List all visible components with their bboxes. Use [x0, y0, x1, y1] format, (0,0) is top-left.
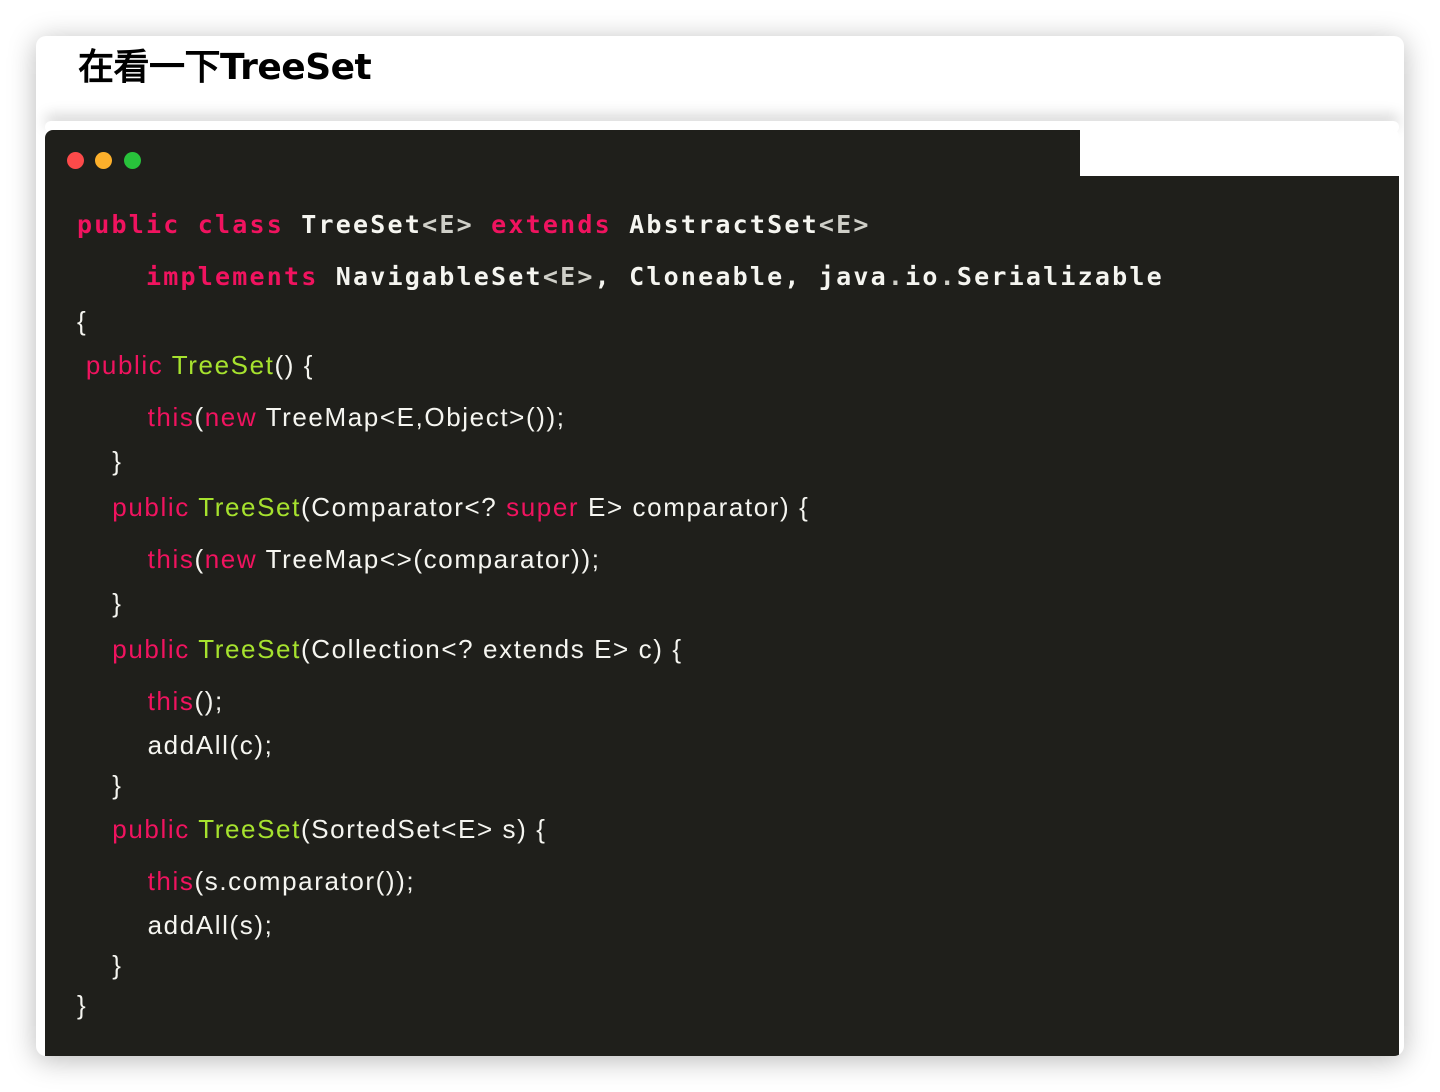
code-token: TreeSet	[198, 634, 301, 664]
code-token: class	[197, 210, 285, 239]
code-token: super	[506, 492, 580, 522]
code-token: TreeSet	[198, 492, 301, 522]
code-token: addAll(c);	[77, 730, 274, 760]
code-token: ();	[194, 686, 224, 716]
code-line: public class TreeSet<E> extends Abstract…	[77, 210, 871, 239]
code-token: <E>	[818, 210, 871, 239]
code-token: (Collection<? extends E> c) {	[300, 634, 683, 664]
code-token: }	[77, 770, 123, 800]
code-token: .	[887, 262, 906, 291]
code-window: public class TreeSet<E> extends Abstract…	[45, 130, 1399, 1056]
code-token: , Cloneable, java	[594, 262, 888, 291]
code-token: (s.comparator());	[194, 866, 416, 896]
code-line: public TreeSet(SortedSet<E> s) {	[77, 814, 547, 845]
code-token: io	[905, 262, 940, 291]
code-line: public TreeSet() {	[77, 350, 314, 381]
code-token: <E>	[542, 262, 595, 291]
code-line: }	[77, 990, 87, 1021]
code-line: }	[77, 446, 123, 477]
code-token: }	[77, 588, 123, 618]
code-line: this(new TreeMap<E,Object>());	[77, 402, 566, 433]
code-token: E> comparator) {	[579, 492, 810, 522]
code-token: addAll(s);	[77, 910, 274, 940]
code-token: }	[77, 950, 123, 980]
code-token: public	[112, 814, 190, 844]
code-line: addAll(c);	[77, 730, 273, 761]
code-token: extends	[491, 210, 612, 239]
code-line: public TreeSet(Collection<? extends E> c…	[77, 634, 683, 665]
code-token: AbstractSet	[611, 210, 819, 239]
code-token: (	[194, 544, 205, 574]
code-line: this();	[77, 686, 224, 717]
code-token: TreeMap<>(comparator));	[257, 544, 601, 574]
code-line: addAll(s);	[77, 910, 273, 941]
code-token: public	[77, 210, 181, 239]
code-token: .	[939, 262, 957, 291]
code-token: new	[204, 402, 258, 432]
code-token: NavigableSet	[318, 262, 543, 291]
code-token: <E>	[422, 210, 474, 239]
code-token: public	[112, 634, 190, 664]
article-card: 在看一下TreeSet public class TreeSet<E> exte…	[36, 36, 1404, 1056]
code-token: this	[147, 866, 195, 896]
code-token: {	[77, 306, 88, 336]
code-token: TreeSet	[284, 210, 423, 239]
code-token: TreeMap<E,Object>());	[257, 402, 566, 432]
code-token: }	[77, 446, 123, 476]
page-title: 在看一下TreeSet	[78, 47, 372, 88]
code-token: public	[85, 350, 164, 380]
code-window-notch	[1072, 130, 1399, 176]
code-token: Serializable	[956, 262, 1164, 291]
maximize-dot-icon[interactable]	[124, 152, 141, 169]
code-token: implements	[146, 262, 319, 291]
code-token: () {	[274, 350, 315, 380]
code-token: (Comparator<?	[300, 492, 507, 522]
code-token: this	[147, 402, 195, 432]
code-token: this	[147, 544, 195, 574]
minimize-dot-icon[interactable]	[95, 152, 112, 169]
code-line: }	[77, 950, 123, 981]
code-token: TreeSet	[198, 814, 301, 844]
code-token: (SortedSet<E> s) {	[300, 814, 547, 844]
code-token: new	[204, 544, 258, 574]
code-line: this(s.comparator());	[77, 866, 415, 897]
code-line: {	[77, 306, 87, 337]
code-token: this	[147, 686, 195, 716]
code-line: this(new TreeMap<>(comparator));	[77, 544, 601, 575]
code-line: }	[77, 770, 123, 801]
code-token: }	[77, 990, 88, 1020]
code-line: public TreeSet(Comparator<? super E> com…	[77, 492, 809, 523]
close-dot-icon[interactable]	[67, 152, 84, 169]
code-token: public	[112, 492, 190, 522]
code-token: (	[194, 402, 205, 432]
code-line: implements NavigableSet<E>, Cloneable, j…	[77, 262, 1164, 291]
code-line: }	[77, 588, 123, 619]
code-token: TreeSet	[171, 350, 275, 380]
